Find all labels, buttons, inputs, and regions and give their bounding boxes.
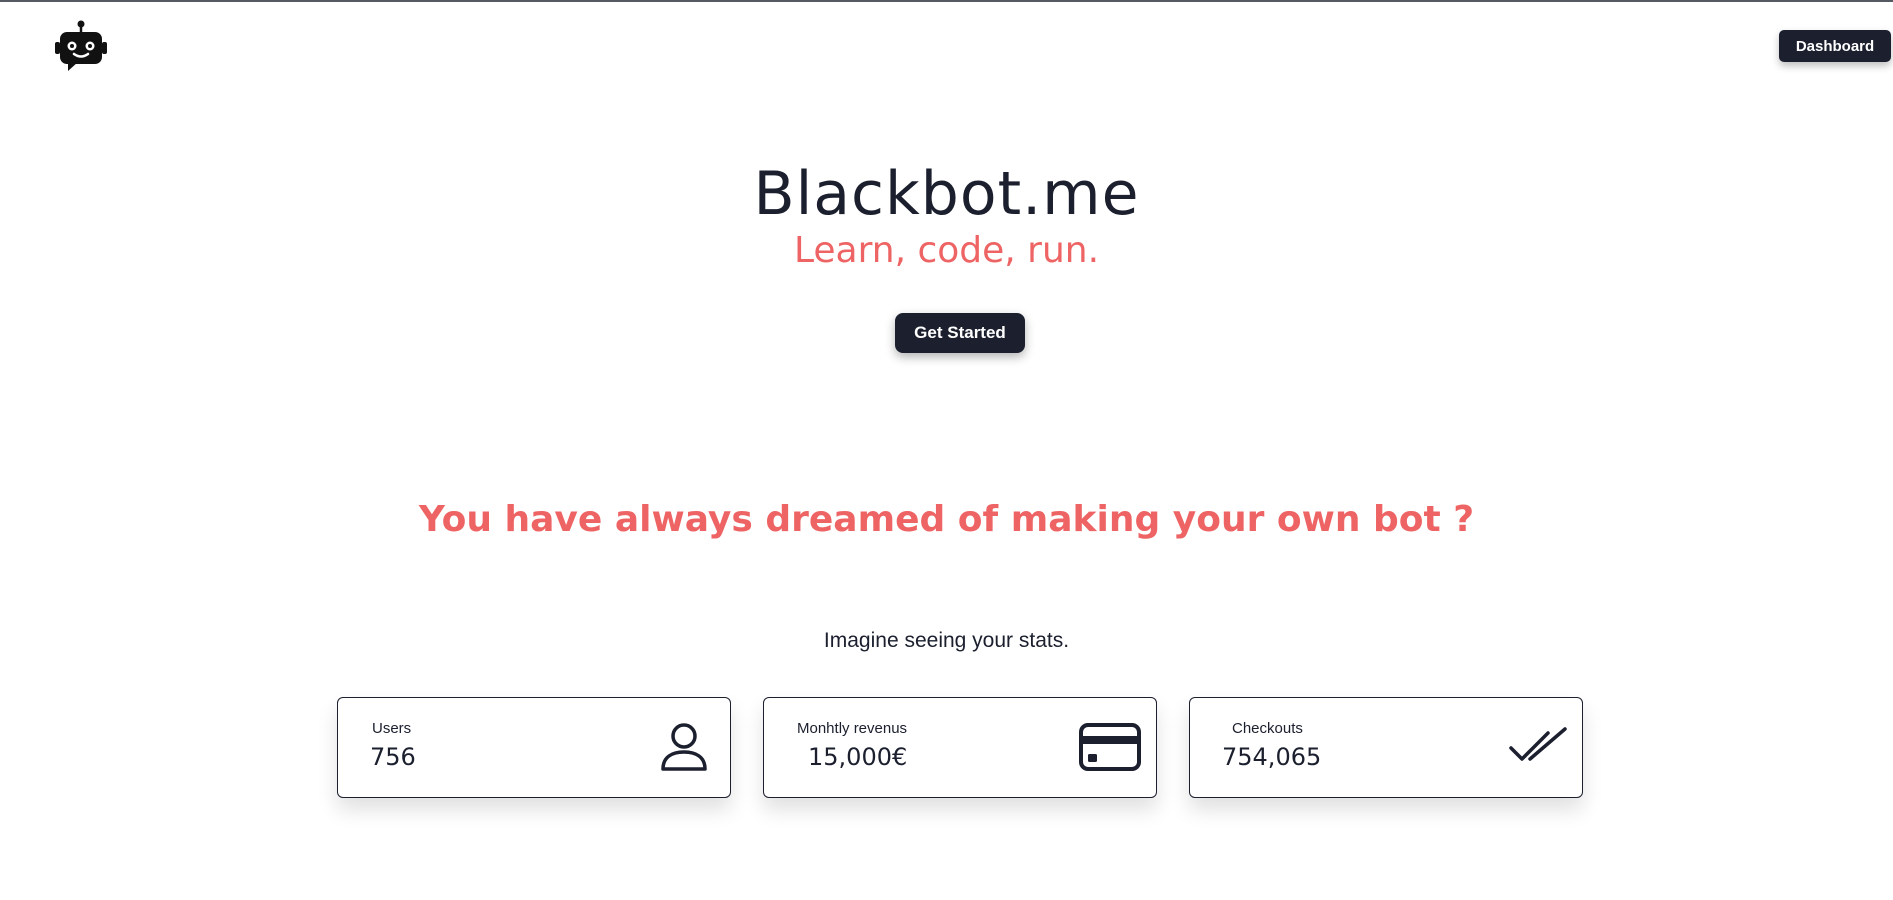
stat-label: Checkouts — [1232, 720, 1303, 737]
credit-card-icon — [1079, 723, 1141, 771]
dashboard-button[interactable]: Dashboard — [1779, 30, 1891, 62]
top-border — [0, 0, 1893, 2]
double-check-icon — [1509, 727, 1567, 761]
user-icon — [661, 723, 707, 771]
stat-label: Users — [372, 720, 412, 737]
pitch-headline: You have always dreamed of making your o… — [418, 499, 1475, 540]
stat-card-checkouts: Checkouts 754,065 — [1189, 697, 1583, 798]
stat-label: Monhtly revenus — [797, 720, 908, 737]
robot-chat-icon[interactable] — [54, 20, 108, 72]
pitch-intro: Imagine seeing your stats. — [823, 629, 1070, 652]
stat-value: 754,065 — [1222, 743, 1322, 771]
stat-card-revenue: Monhtly revenus 15,000€ — [763, 697, 1157, 798]
stat-value: 756 — [370, 743, 416, 771]
get-started-button[interactable]: Get Started — [895, 313, 1025, 353]
stat-value: 15,000€ — [808, 743, 908, 771]
hero-subtitle: Learn, code, run. — [793, 230, 1100, 271]
page-title: Blackbot.me — [753, 159, 1140, 229]
stat-card-users: Users 756 — [337, 697, 731, 798]
